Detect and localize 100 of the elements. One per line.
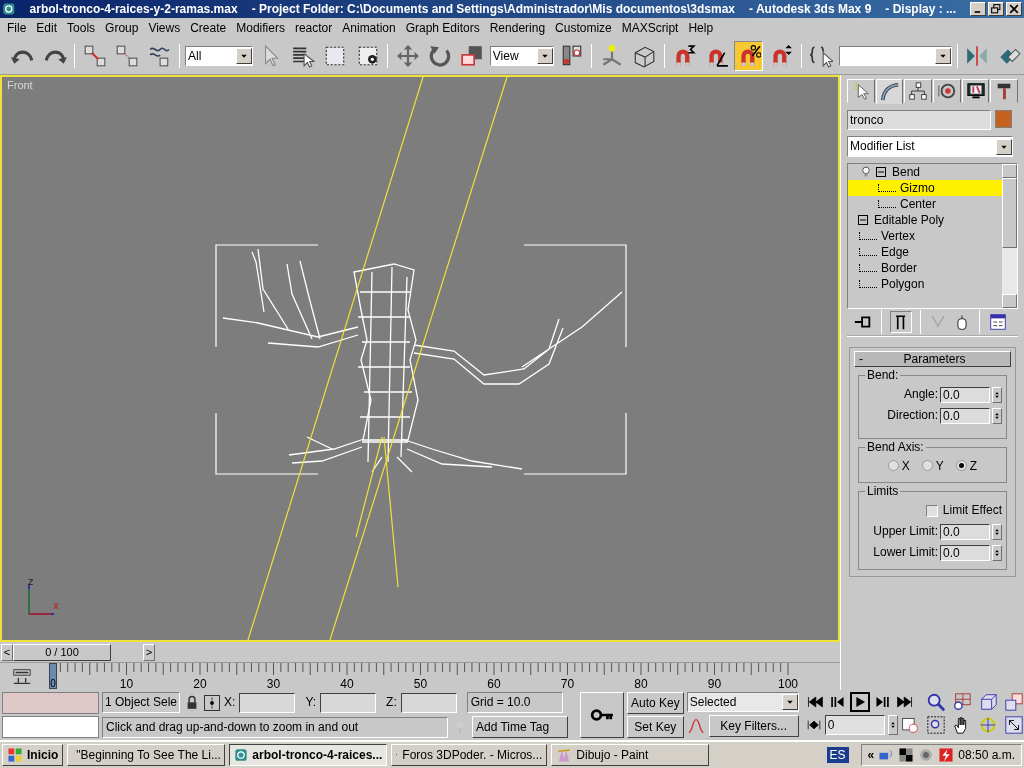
speaker-icon[interactable]: [918, 747, 935, 763]
axis-label: z: [28, 576, 34, 587]
stack-scrollbar[interactable]: [1002, 164, 1017, 308]
maxscript-input-field[interactable]: [2, 716, 99, 738]
menu-item[interactable]: Modifiers: [231, 20, 290, 36]
modifier-list-dropdown[interactable]: Modifier List: [847, 136, 1013, 157]
lightning-icon[interactable]: [938, 747, 955, 763]
number-field[interactable]: 0.0: [940, 407, 990, 424]
menu-item[interactable]: Views: [143, 20, 186, 36]
taskbar-button[interactable]: Dibujo - Paint: [551, 744, 710, 766]
start-button[interactable]: Inicio: [2, 744, 64, 766]
menu-item[interactable]: Edit: [31, 20, 63, 36]
frame-number: 30: [266, 677, 281, 692]
selection-filter-dropdown[interactable]: All: [185, 46, 254, 66]
zoom-all-icon[interactable]: [951, 692, 972, 712]
taskbar-button[interactable]: arbol-tronco-4-raices...: [229, 744, 388, 766]
menu-item[interactable]: Rendering: [484, 20, 551, 36]
stack-sub-object[interactable]: Polygon: [848, 276, 1002, 292]
stack-item[interactable]: Bend: [848, 164, 1002, 180]
checkbox-label[interactable]: Limit Effect: [942, 503, 1002, 518]
frame-number: 60: [487, 677, 501, 692]
set-key-mode-button[interactable]: [580, 692, 624, 738]
taskbar-button[interactable]: Foros 3DPoder. - Micros...: [391, 744, 548, 766]
checkbox[interactable]: [925, 504, 938, 517]
coordinate-label: X:: [224, 695, 236, 710]
field-label: Angle:: [903, 387, 938, 402]
current-frame-field[interactable]: 0: [824, 715, 885, 735]
tray-expand-button[interactable]: «: [867, 747, 875, 763]
axis-radio[interactable]: X: [887, 458, 910, 474]
zoom-icon[interactable]: [925, 692, 946, 712]
region-zoom-icon[interactable]: [925, 715, 946, 735]
grid-size: Grid = 10.0: [466, 692, 563, 713]
rollout-header[interactable]: - Parameters: [854, 351, 1011, 367]
checker-icon[interactable]: [898, 747, 915, 763]
window-title: - Display : ...: [885, 1, 956, 17]
reference-coordinate-dropdown[interactable]: View: [489, 46, 555, 66]
object-name-field[interactable]: tronco: [847, 110, 991, 130]
bulb-icon[interactable]: [860, 166, 872, 178]
stack-sub-object[interactable]: Center: [848, 196, 1002, 212]
selection-count: 1 Object Sele: [102, 692, 181, 713]
frame-number: 50: [413, 677, 428, 692]
set-key-button[interactable]: Set Key: [627, 716, 684, 738]
clock: 08:50 a.m.: [958, 747, 1015, 763]
number-field[interactable]: 0.0: [940, 523, 990, 540]
previous-frame-button[interactable]: <: [1, 643, 13, 661]
next-frame-button[interactable]: >: [143, 643, 155, 661]
stack-sub-object[interactable]: Gizmo: [848, 180, 1002, 196]
named-selection-dropdown[interactable]: [838, 46, 952, 66]
add-time-tag-button[interactable]: Add Time Tag: [472, 716, 568, 738]
taskbar-button[interactable]: "Beginning To See The Li...: [67, 744, 226, 766]
key-mode-dropdown[interactable]: Selected: [686, 692, 799, 712]
coordinate-field[interactable]: [320, 692, 377, 713]
menu-item[interactable]: Customize: [550, 20, 617, 36]
maximize-viewport-icon[interactable]: [1003, 715, 1024, 735]
stack-item[interactable]: Editable Poly: [848, 212, 1002, 228]
go-to-start-icon[interactable]: [805, 693, 824, 711]
collapse-toggle-icon[interactable]: [876, 167, 886, 177]
menu-item[interactable]: File: [2, 20, 32, 36]
stack-sub-object[interactable]: Border: [848, 260, 1002, 276]
collapse-toggle-icon[interactable]: [858, 215, 868, 225]
axis-radio[interactable]: Y: [921, 458, 944, 474]
stack-sub-object[interactable]: Vertex: [848, 228, 1002, 244]
time-slider-thumb[interactable]: 0 / 100: [13, 643, 111, 661]
window-title: - Autodesk 3ds Max 9: [749, 1, 872, 17]
stack-sub-object[interactable]: Edge: [848, 244, 1002, 260]
windows-flag-icon[interactable]: [7, 747, 23, 763]
go-to-end-icon[interactable]: [895, 693, 914, 711]
object-color-swatch[interactable]: [995, 110, 1012, 128]
key-mode-toggle-icon[interactable]: [805, 717, 822, 733]
auto-key-button[interactable]: Auto Key: [627, 692, 684, 714]
coordinate-field[interactable]: [400, 692, 457, 713]
menu-item[interactable]: reactor: [289, 20, 338, 36]
number-field[interactable]: 0.0: [940, 386, 990, 403]
menu-item[interactable]: Animation: [337, 20, 401, 36]
axis-label: x: [53, 600, 59, 611]
menu-item[interactable]: Tools: [62, 20, 101, 36]
time-configuration-icon[interactable]: [900, 716, 919, 734]
front-viewport[interactable]: Front z x: [0, 75, 840, 642]
coordinate-label: Y:: [305, 695, 317, 710]
menu-item[interactable]: Create: [185, 20, 232, 36]
menu-item[interactable]: Graph Editors: [400, 20, 485, 36]
zoom-extents-all-icon[interactable]: [1003, 692, 1024, 712]
configure-sets-icon[interactable]: [988, 312, 1008, 332]
number-field[interactable]: 0.0: [940, 544, 990, 561]
track-bar-toggle-icon[interactable]: [12, 667, 32, 687]
menu-item[interactable]: Group: [100, 20, 144, 36]
axis-radio[interactable]: Z: [955, 458, 978, 474]
field-label: Lower Limit:: [873, 545, 938, 560]
menu-item[interactable]: Help: [683, 20, 719, 36]
menu-item[interactable]: MAXScript: [616, 20, 684, 36]
frame-number: 70: [560, 677, 575, 692]
key-filters-button[interactable]: Key Filters...: [708, 715, 799, 737]
current-frame-marker[interactable]: 0: [49, 663, 57, 689]
coordinate-field[interactable]: [239, 692, 296, 713]
axis-tripod-icon: [28, 583, 55, 615]
coordinate-label: Z:: [386, 695, 397, 710]
language-indicator[interactable]: ES: [826, 746, 849, 764]
app-logo-icon[interactable]: [234, 747, 249, 763]
maxscript-listener-field[interactable]: [2, 692, 99, 714]
field-label: Upper Limit:: [873, 524, 938, 539]
